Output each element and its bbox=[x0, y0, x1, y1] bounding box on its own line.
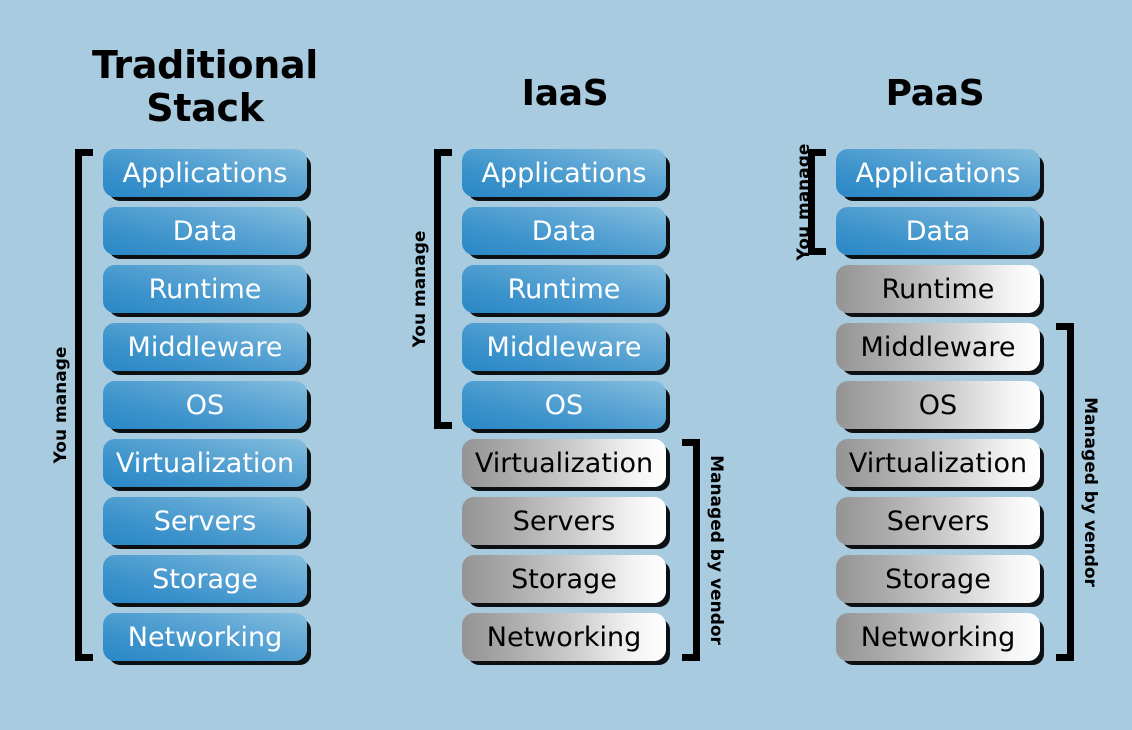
layer-label: Networking bbox=[127, 621, 283, 653]
layer-box-middleware[interactable]: Middleware bbox=[462, 323, 666, 371]
bracket-label-you-manage: You manage bbox=[794, 143, 814, 261]
column-title-paas: PaaS bbox=[885, 73, 985, 114]
layer-box-servers[interactable]: Servers bbox=[836, 497, 1040, 545]
column-title-iaas: IaaS bbox=[521, 73, 609, 114]
layer-box-networking[interactable]: Networking bbox=[103, 613, 307, 661]
bracket-arm-top bbox=[682, 439, 700, 446]
layer-label: Virtualization bbox=[115, 447, 295, 479]
layer-box-servers[interactable]: Servers bbox=[462, 497, 666, 545]
layer-box-runtime[interactable]: Runtime bbox=[103, 265, 307, 313]
layer-box-servers[interactable]: Servers bbox=[103, 497, 307, 545]
bracket-arm-bottom bbox=[434, 422, 452, 429]
layer-label: OS bbox=[185, 389, 225, 421]
layer-box-runtime[interactable]: Runtime bbox=[836, 265, 1040, 313]
bracket-spine bbox=[75, 149, 82, 661]
layer-label: Applications bbox=[481, 157, 647, 189]
layer-label: Storage bbox=[152, 563, 258, 595]
layer-label: Runtime bbox=[507, 273, 621, 305]
bracket-arm-bottom bbox=[1056, 654, 1074, 661]
layer-label: Storage bbox=[511, 563, 617, 595]
bracket-label-you-manage: You manage bbox=[51, 346, 71, 464]
layer-box-applications[interactable]: Applications bbox=[836, 149, 1040, 197]
layer-box-networking[interactable]: Networking bbox=[836, 613, 1040, 661]
layer-label: Middleware bbox=[127, 331, 283, 363]
layer-label: OS bbox=[918, 389, 958, 421]
layer-box-storage[interactable]: Storage bbox=[836, 555, 1040, 603]
bracket-iaas-1 bbox=[682, 439, 700, 661]
layer-label: Virtualization bbox=[474, 447, 654, 479]
bracket-label-managed-by-vendor: Managed by vendor bbox=[706, 455, 726, 645]
layer-label: Data bbox=[905, 215, 971, 247]
bracket-arm-top bbox=[1056, 323, 1074, 330]
bracket-spine bbox=[434, 149, 441, 429]
layer-label: OS bbox=[544, 389, 584, 421]
layer-label: Applications bbox=[122, 157, 288, 189]
layer-box-os[interactable]: OS bbox=[836, 381, 1040, 429]
bracket-paas-1 bbox=[1056, 323, 1074, 661]
bracket-arm-bottom bbox=[682, 654, 700, 661]
layer-label: Virtualization bbox=[848, 447, 1028, 479]
layer-label: Middleware bbox=[860, 331, 1016, 363]
layer-box-virtualization[interactable]: Virtualization bbox=[836, 439, 1040, 487]
layer-box-middleware[interactable]: Middleware bbox=[836, 323, 1040, 371]
layer-box-virtualization[interactable]: Virtualization bbox=[462, 439, 666, 487]
layer-label: Networking bbox=[860, 621, 1016, 653]
layer-box-storage[interactable]: Storage bbox=[103, 555, 307, 603]
layer-label: Networking bbox=[486, 621, 642, 653]
bracket-label-managed-by-vendor: Managed by vendor bbox=[1080, 397, 1100, 587]
layer-label: Servers bbox=[153, 505, 257, 537]
bracket-iaas-0 bbox=[434, 149, 452, 429]
bracket-arm-bottom bbox=[75, 654, 93, 661]
layer-box-applications[interactable]: Applications bbox=[103, 149, 307, 197]
bracket-arm-top bbox=[75, 149, 93, 156]
cloud-service-models-diagram: Traditional Stack Applications Data Runtime… bbox=[0, 0, 1132, 730]
layer-label: Runtime bbox=[148, 273, 262, 305]
bracket-spine bbox=[1067, 323, 1074, 661]
layer-label: Servers bbox=[886, 505, 990, 537]
column-title-traditional: Traditional Stack bbox=[91, 43, 319, 130]
layer-box-runtime[interactable]: Runtime bbox=[462, 265, 666, 313]
layer-label: Runtime bbox=[881, 273, 995, 305]
layer-box-os[interactable]: OS bbox=[462, 381, 666, 429]
bracket-traditional-0 bbox=[75, 149, 93, 661]
layer-box-data[interactable]: Data bbox=[836, 207, 1040, 255]
layer-box-data[interactable]: Data bbox=[103, 207, 307, 255]
layer-label: Storage bbox=[885, 563, 991, 595]
bracket-arm-top bbox=[434, 149, 452, 156]
layer-label: Middleware bbox=[486, 331, 642, 363]
layer-label: Data bbox=[531, 215, 597, 247]
layer-box-storage[interactable]: Storage bbox=[462, 555, 666, 603]
layer-label: Applications bbox=[855, 157, 1021, 189]
bracket-spine bbox=[693, 439, 700, 661]
layer-box-data[interactable]: Data bbox=[462, 207, 666, 255]
layer-box-os[interactable]: OS bbox=[103, 381, 307, 429]
layer-box-middleware[interactable]: Middleware bbox=[103, 323, 307, 371]
layer-label: Servers bbox=[512, 505, 616, 537]
layer-box-applications[interactable]: Applications bbox=[462, 149, 666, 197]
layer-label: Data bbox=[172, 215, 238, 247]
layer-box-virtualization[interactable]: Virtualization bbox=[103, 439, 307, 487]
bracket-label-you-manage: You manage bbox=[410, 230, 430, 348]
layer-box-networking[interactable]: Networking bbox=[462, 613, 666, 661]
